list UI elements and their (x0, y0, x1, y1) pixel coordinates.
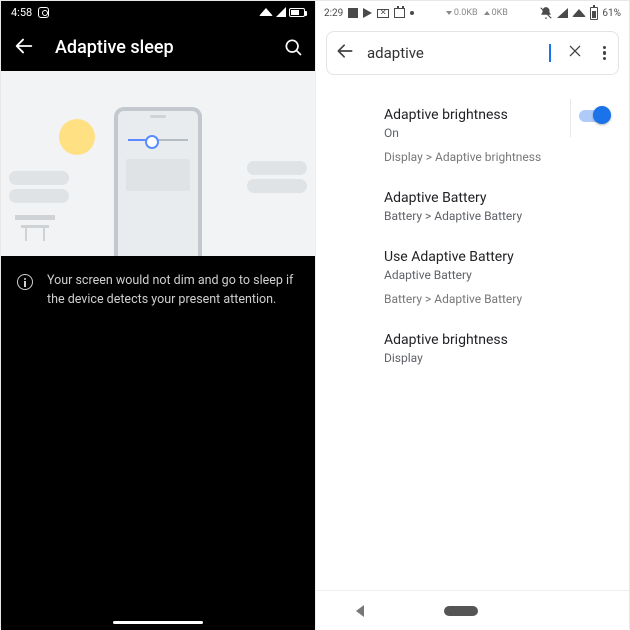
bench-icon (15, 215, 55, 241)
search-bar: adaptive (326, 31, 619, 75)
result-subtitle: Display (384, 351, 629, 365)
nav-back-button[interactable] (356, 605, 364, 617)
phone-illustration (114, 107, 202, 256)
result-subtitle: On (384, 126, 629, 140)
phone-adaptive-sleep: 4:58 Adaptive sleep (1, 1, 315, 630)
calendar-notification-icon (394, 8, 405, 18)
result-path: Battery > Adaptive Battery (384, 292, 629, 306)
dnd-icon (539, 6, 553, 20)
clock: 2:29 (324, 8, 343, 19)
cell-signal-icon (276, 7, 286, 17)
feature-illustration (1, 71, 315, 256)
result-title: Adaptive Battery (384, 190, 629, 206)
info-banner: Your screen would not dim and go to slee… (1, 256, 315, 310)
cloud-icon (9, 189, 69, 203)
result-subtitle: Adaptive Battery (384, 268, 629, 282)
search-input[interactable]: adaptive (367, 44, 549, 62)
battery-percent: 61% (602, 8, 621, 19)
mail-notification-icon (377, 9, 389, 18)
battery-icon (590, 7, 598, 20)
net-speed-down: 0.0KB (446, 8, 478, 18)
cloud-icon (247, 161, 307, 175)
sun-icon (59, 119, 95, 155)
wifi-icon (259, 8, 273, 16)
info-text: Your screen would not dim and go to slee… (47, 272, 299, 310)
brightness-slider-illustration (128, 139, 188, 141)
telegram-notification-icon (363, 8, 372, 18)
overflow-menu-button[interactable] (599, 42, 611, 65)
home-indicator[interactable] (113, 621, 203, 625)
more-notifications-icon (410, 11, 414, 15)
info-icon (17, 274, 33, 290)
result-adaptive-brightness-2[interactable]: Adaptive brightness Display (384, 322, 629, 381)
statusbar-left: 4:58 (1, 1, 315, 23)
phone-settings-search: 2:29 0.0KB 0KB 61% (315, 1, 629, 630)
navigation-bar (316, 590, 629, 630)
nav-home-pill[interactable] (444, 606, 478, 616)
image-notification-icon (348, 8, 358, 18)
statusbar-right: 2:29 0.0KB 0KB 61% (316, 1, 629, 25)
result-use-adaptive-battery[interactable]: Use Adaptive Battery Adaptive Battery Ba… (384, 239, 629, 322)
result-subtitle: Battery > Adaptive Battery (384, 209, 629, 223)
text-cursor (549, 44, 550, 62)
result-adaptive-brightness[interactable]: Adaptive brightness On Display > Adaptiv… (384, 97, 629, 180)
search-button[interactable] (283, 37, 303, 57)
instagram-notification-icon (38, 7, 49, 18)
page-title: Adaptive sleep (55, 37, 263, 58)
page-header: Adaptive sleep (1, 23, 315, 71)
result-title: Adaptive brightness (384, 332, 629, 348)
cell-signal-icon (557, 8, 568, 18)
adaptive-brightness-toggle[interactable] (579, 105, 611, 127)
search-back-button[interactable] (335, 41, 355, 66)
wifi-icon (572, 9, 586, 17)
clear-search-button[interactable] (563, 39, 587, 68)
cloud-icon (9, 171, 69, 185)
back-button[interactable] (13, 35, 35, 60)
result-title: Use Adaptive Battery (384, 249, 629, 265)
cloud-icon (247, 179, 307, 193)
search-results: Adaptive brightness On Display > Adaptiv… (316, 79, 629, 381)
result-adaptive-battery[interactable]: Adaptive Battery Battery > Adaptive Batt… (384, 180, 629, 239)
result-path: Display > Adaptive brightness (384, 150, 629, 164)
clock: 4:58 (11, 6, 32, 19)
battery-icon (289, 8, 305, 17)
net-speed-up: 0KB (484, 8, 508, 18)
